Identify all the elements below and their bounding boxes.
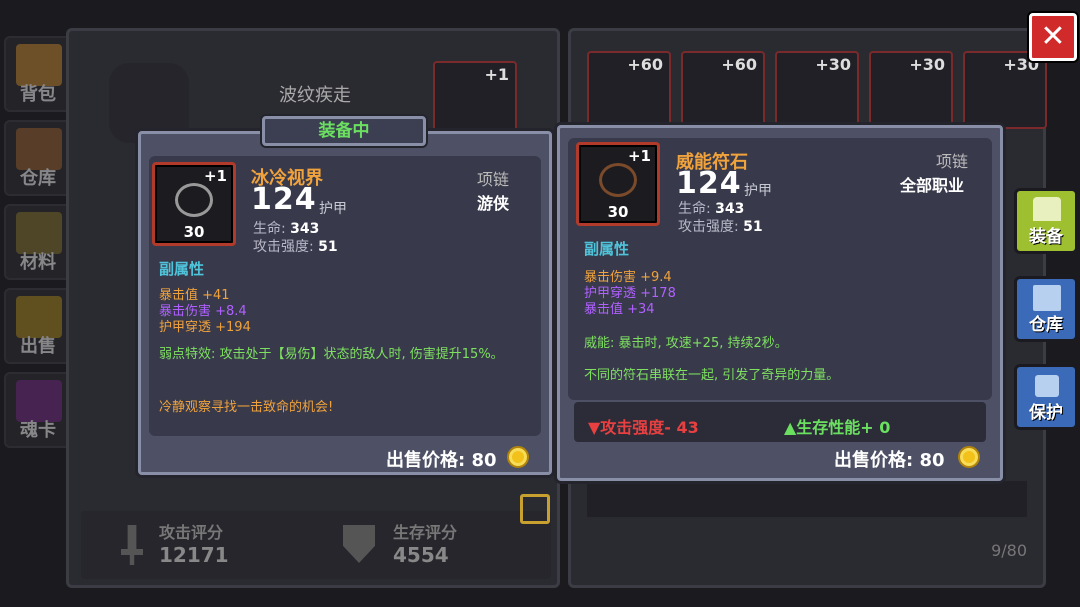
stat-attack: 攻击强度: 51: [678, 216, 763, 236]
necklace-icon: [599, 163, 637, 197]
inventory-count: 9/80: [991, 541, 1027, 560]
attack-rating-label: 攻击评分: [159, 523, 224, 542]
equipped-badge: 装备中: [262, 116, 426, 146]
rating-bar: 攻击评分 12171 生存评分 4554: [81, 511, 551, 579]
stat-attack: 攻击强度: 51: [253, 236, 338, 256]
diff-attack: ▼攻击强度- 43: [588, 418, 699, 437]
slot-plus: +1: [484, 65, 509, 84]
compare-item-card: +1 30 威能符石 124 护甲 项链 全部职业 生命: 343 攻击强度: …: [557, 125, 1003, 481]
nav-soul-card[interactable]: 魂卡: [4, 372, 72, 448]
slot-plus: +30: [815, 55, 851, 74]
armor-label: 护甲: [319, 201, 347, 217]
item-type: 项链: [477, 170, 510, 189]
slot-title: 波纹疾走: [279, 85, 351, 106]
armor-value: 124: [676, 166, 742, 201]
sword-icon: [121, 525, 143, 565]
close-button[interactable]: ✕: [1029, 13, 1077, 61]
lock-toggle-icon[interactable]: [520, 494, 550, 524]
nav-sell[interactable]: 出售: [4, 288, 72, 364]
inventory-slot[interactable]: +60: [681, 51, 765, 129]
lock-icon: [1035, 375, 1059, 397]
sell-price: 出售价格: 80: [386, 450, 497, 471]
stat-hp-value: 343: [290, 221, 320, 237]
warehouse-button-label: 仓库: [1029, 315, 1063, 335]
stat-attack-value: 51: [318, 239, 338, 255]
inventory-slot[interactable]: +30: [869, 51, 953, 129]
armor-value: 124: [251, 182, 317, 217]
sell-price: 出售价格: 80: [834, 450, 945, 471]
nav-soul-card-label: 魂卡: [20, 420, 56, 441]
equipped-slot[interactable]: +1: [433, 61, 517, 139]
item-icon: +1 30: [152, 162, 236, 246]
item-level: 30: [183, 223, 205, 241]
stat-attack-label: 攻击强度:: [678, 219, 739, 235]
necklace-icon: [175, 183, 213, 217]
equipped-item-card: +1 30 冰冷视界 124 护甲 项链 游侠 生命: 343 攻击强度: 51…: [138, 131, 552, 475]
slot-plus: +60: [721, 55, 757, 74]
diff-survival: ▲生存性能+ 0: [784, 418, 891, 437]
warehouse-button[interactable]: 仓库: [1014, 276, 1078, 342]
nav-bag-label: 背包: [20, 84, 56, 105]
stat-hp-label: 生命:: [678, 201, 711, 217]
item-plus: +1: [203, 167, 227, 185]
nav-materials-label: 材料: [20, 252, 56, 273]
protect-button-label: 保护: [1029, 403, 1063, 423]
coin-icon: [958, 446, 980, 468]
slot-plus: +60: [627, 55, 663, 74]
flavor-text: 冷静观察寻找一击致命的机会!: [159, 400, 334, 415]
nav-warehouse[interactable]: 仓库: [4, 120, 72, 196]
armor-icon: [1033, 197, 1061, 221]
stat-hp-label: 生命:: [253, 221, 286, 237]
affix: 暴击值 +34: [584, 302, 655, 317]
nav-bag[interactable]: 背包: [4, 36, 72, 112]
stat-attack-label: 攻击强度:: [253, 239, 314, 255]
armor-label: 护甲: [744, 183, 772, 199]
inventory-slot[interactable]: +30: [775, 51, 859, 129]
slot-plus: +30: [909, 55, 945, 74]
affix: 护甲穿透 +194: [159, 320, 251, 335]
sub-attr-header: 副属性: [584, 240, 630, 258]
nav-sell-label: 出售: [20, 336, 56, 357]
sub-attr-header: 副属性: [159, 260, 205, 278]
survival-rating-value: 4554: [393, 543, 449, 567]
shield-icon: [343, 525, 375, 563]
special-effect: 弱点特效: 攻击处于【易伤】状态的敌人时, 伤害提升15%。: [159, 347, 504, 362]
inventory-row: [587, 481, 1027, 517]
special-effect: 威能: 暴击时, 攻速+25, 持续2秒。: [584, 336, 788, 351]
survival-rating-label: 生存评分: [393, 523, 458, 542]
inventory-slot[interactable]: +60: [587, 51, 671, 129]
stat-hp: 生命: 343: [678, 198, 744, 218]
item-plus: +1: [627, 147, 651, 165]
close-icon: ✕: [1040, 19, 1066, 54]
protect-button[interactable]: 保护: [1014, 364, 1078, 430]
stat-attack-value: 51: [743, 219, 763, 235]
flavor-text: 不同的符石串联在一起, 引发了奇异的力量。: [584, 368, 840, 383]
coin-icon: [507, 446, 529, 468]
stat-hp: 生命: 343: [253, 218, 319, 238]
storage-icon: [1033, 285, 1061, 311]
stat-hp-value: 343: [715, 201, 745, 217]
equip-button[interactable]: 装备: [1014, 188, 1078, 254]
nav-materials[interactable]: 材料: [4, 204, 72, 280]
equip-button-label: 装备: [1029, 227, 1063, 247]
item-level: 30: [607, 203, 629, 221]
attack-rating-value: 12171: [159, 543, 229, 567]
inventory-slot[interactable]: +30: [963, 51, 1047, 129]
item-class: 全部职业: [900, 176, 965, 195]
item-type: 项链: [936, 152, 969, 171]
item-icon: +1 30: [576, 142, 660, 226]
item-class: 游侠: [477, 194, 510, 213]
nav-warehouse-label: 仓库: [20, 168, 56, 189]
